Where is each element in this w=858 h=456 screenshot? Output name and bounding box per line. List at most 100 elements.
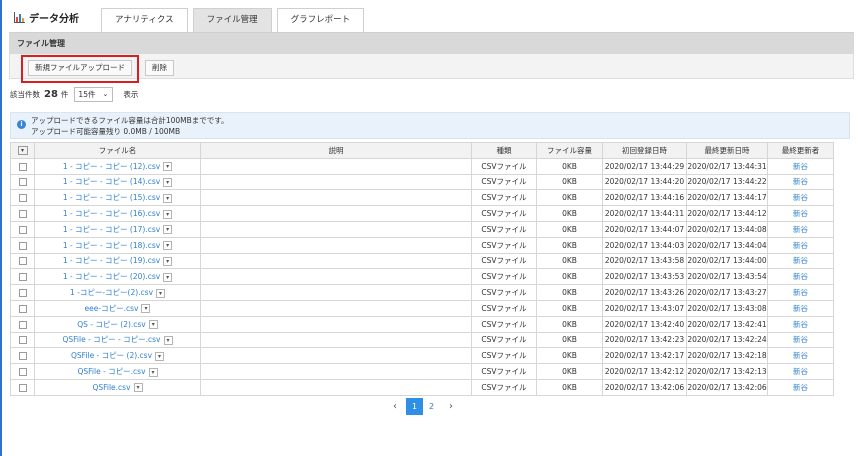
filename-link[interactable]: 1 - コピー - コピー (15).csv bbox=[63, 193, 160, 202]
filename-cell[interactable]: 1 - コピー - コピー (19).csv ▾ bbox=[34, 252, 201, 270]
filename-cell[interactable]: QS - コピー (2).csv ▾ bbox=[34, 315, 201, 333]
row-checkbox-cell[interactable] bbox=[10, 189, 35, 207]
row-checkbox-cell[interactable] bbox=[10, 220, 35, 238]
updater-cell[interactable]: 新谷 bbox=[767, 220, 834, 238]
chevron-down-icon[interactable]: ▾ bbox=[163, 256, 173, 266]
row-checkbox-cell[interactable] bbox=[10, 378, 35, 396]
row-checkbox-cell[interactable] bbox=[10, 284, 35, 301]
row-checkbox[interactable] bbox=[18, 368, 27, 377]
chevron-down-icon[interactable]: ▾ bbox=[155, 351, 165, 361]
filename-link[interactable]: 1 - コピー - コピー (17).csv bbox=[63, 225, 160, 234]
updater-cell[interactable]: 新谷 bbox=[767, 363, 834, 380]
table-row[interactable]: 1 - コピー - コピー (19).csv ▾ CSVファイル 0KB 2020/02… bbox=[10, 252, 834, 270]
table-row[interactable]: 1 - コピー - コピー (16).csv ▾ CSVファイル 0KB 2020/02… bbox=[10, 205, 834, 222]
row-checkbox-cell[interactable] bbox=[10, 173, 35, 191]
updater-cell[interactable]: 新谷 bbox=[767, 284, 834, 301]
updater-cell[interactable]: 新谷 bbox=[767, 315, 834, 333]
col-header-type[interactable]: 種類 bbox=[471, 142, 537, 159]
table-row[interactable]: 1 - コピー - コピー (18).csv ▾ CSVファイル 0KB 2020/02… bbox=[10, 236, 834, 254]
updater-cell[interactable]: 新谷 bbox=[767, 205, 834, 222]
filename-link[interactable]: eee-コピー.csv bbox=[85, 304, 139, 313]
table-row[interactable]: eee-コピー.csv ▾ CSVファイル 0KB 2020/02/17 13:43:0… bbox=[10, 299, 834, 317]
row-checkbox[interactable] bbox=[18, 273, 27, 282]
updater-cell[interactable]: 新谷 bbox=[767, 347, 834, 365]
filename-link[interactable]: 1 - コピー - コピー (18).csv bbox=[63, 241, 160, 250]
chevron-down-icon[interactable]: ▾ bbox=[148, 320, 158, 330]
table-row[interactable]: 1 -コピー-コピー(2).csv ▾ CSVファイル 0KB 2020/02/17 1… bbox=[10, 284, 834, 301]
select-all-dropdown-icon[interactable]: ▾ bbox=[17, 146, 28, 156]
filename-cell[interactable]: 1 -コピー-コピー(2).csv ▾ bbox=[34, 284, 201, 301]
page-1-button[interactable]: 1 bbox=[406, 398, 423, 415]
updater-cell[interactable]: 新谷 bbox=[767, 252, 834, 270]
row-checkbox[interactable] bbox=[18, 210, 27, 219]
row-checkbox[interactable] bbox=[18, 162, 27, 171]
next-page-button[interactable]: › bbox=[440, 398, 462, 415]
filename-link[interactable]: 1 - コピー - コピー (12).csv bbox=[63, 162, 160, 171]
per-page-select[interactable]: 15件 ⌄ bbox=[74, 86, 114, 102]
updater-cell[interactable]: 新谷 bbox=[767, 268, 834, 286]
col-header-size[interactable]: ファイル容量 bbox=[536, 142, 603, 159]
chevron-down-icon[interactable]: ▾ bbox=[163, 241, 173, 251]
chevron-down-icon[interactable]: ▾ bbox=[133, 383, 143, 393]
tab-file-management[interactable]: ファイル管理 bbox=[192, 8, 272, 32]
row-checkbox-cell[interactable] bbox=[10, 236, 35, 254]
filename-link[interactable]: QSFile - コピー.csv bbox=[77, 367, 145, 376]
updater-cell[interactable]: 新谷 bbox=[767, 173, 834, 191]
updater-cell[interactable]: 新谷 bbox=[767, 331, 834, 349]
table-row[interactable]: QSFile - コピー (2).csv ▾ CSVファイル 0KB 2020/02/1… bbox=[10, 347, 834, 365]
filename-link[interactable]: QSFile - コピー (2).csv bbox=[71, 351, 152, 360]
filename-cell[interactable]: 1 - コピー - コピー (16).csv ▾ bbox=[34, 205, 201, 222]
row-checkbox[interactable] bbox=[18, 241, 27, 250]
chevron-down-icon[interactable]: ▾ bbox=[163, 162, 173, 172]
row-checkbox[interactable] bbox=[18, 336, 27, 345]
filename-cell[interactable]: 1 - コピー - コピー (12).csv ▾ bbox=[34, 157, 201, 175]
row-checkbox[interactable] bbox=[18, 178, 27, 187]
filename-cell[interactable]: eee-コピー.csv ▾ bbox=[34, 299, 201, 317]
updater-cell[interactable]: 新谷 bbox=[767, 157, 834, 175]
table-row[interactable]: QSFile - コピー.csv ▾ CSVファイル 0KB 2020/02/17 13… bbox=[10, 363, 834, 380]
chevron-down-icon[interactable]: ▾ bbox=[156, 288, 166, 298]
table-row[interactable]: QSFile - コピー - コピー.csv ▾ CSVファイル 0KB 2020/02… bbox=[10, 331, 834, 349]
filename-cell[interactable]: 1 - コピー - コピー (18).csv ▾ bbox=[34, 236, 201, 254]
row-checkbox[interactable] bbox=[18, 225, 27, 234]
filename-link[interactable]: 1 -コピー-コピー(2).csv bbox=[70, 288, 153, 297]
tab-graph-report[interactable]: グラフレポート bbox=[276, 8, 365, 32]
filename-cell[interactable]: 1 - コピー - コピー (20).csv ▾ bbox=[34, 268, 201, 286]
table-row[interactable]: 1 - コピー - コピー (20).csv ▾ CSVファイル 0KB 2020/02… bbox=[10, 268, 834, 286]
filename-link[interactable]: 1 - コピー - コピー (19).csv bbox=[63, 256, 160, 265]
chevron-down-icon[interactable]: ▾ bbox=[163, 209, 173, 219]
tab-analytics[interactable]: アナリティクス bbox=[101, 8, 188, 32]
chevron-down-icon[interactable]: ▾ bbox=[148, 367, 158, 377]
row-checkbox[interactable] bbox=[18, 194, 27, 203]
col-header-description[interactable]: 説明 bbox=[200, 142, 472, 159]
prev-page-button[interactable]: ‹ bbox=[384, 398, 406, 415]
row-checkbox-cell[interactable] bbox=[10, 268, 35, 286]
filename-link[interactable]: 1 - コピー - コピー (16).csv bbox=[63, 209, 160, 218]
filename-link[interactable]: QS - コピー (2).csv bbox=[77, 320, 146, 329]
updater-cell[interactable]: 新谷 bbox=[767, 378, 834, 396]
row-checkbox-cell[interactable] bbox=[10, 363, 35, 380]
filename-link[interactable]: QSFile.csv bbox=[92, 383, 130, 392]
filename-cell[interactable]: QSFile.csv ▾ bbox=[34, 378, 201, 396]
filename-link[interactable]: 1 - コピー - コピー (20).csv bbox=[63, 272, 160, 281]
table-row[interactable]: 1 - コピー - コピー (12).csv ▾ CSVファイル 0KB 2020/02… bbox=[10, 157, 834, 175]
row-checkbox[interactable] bbox=[18, 383, 27, 392]
filename-cell[interactable]: 1 - コピー - コピー (14).csv ▾ bbox=[34, 173, 201, 191]
select-all-header[interactable]: ▾ bbox=[10, 142, 35, 159]
table-row[interactable]: QS - コピー (2).csv ▾ CSVファイル 0KB 2020/02/17 13… bbox=[10, 315, 834, 333]
row-checkbox-cell[interactable] bbox=[10, 205, 35, 222]
row-checkbox-cell[interactable] bbox=[10, 299, 35, 317]
updater-cell[interactable]: 新谷 bbox=[767, 299, 834, 317]
chevron-down-icon[interactable]: ▾ bbox=[163, 335, 173, 345]
chevron-down-icon[interactable]: ▾ bbox=[141, 304, 151, 314]
page-2-button[interactable]: 2 bbox=[423, 398, 440, 415]
col-header-updated[interactable]: 最終更新日時 bbox=[686, 142, 768, 159]
updater-cell[interactable]: 新谷 bbox=[767, 189, 834, 207]
filename-cell[interactable]: 1 - コピー - コピー (15).csv ▾ bbox=[34, 189, 201, 207]
table-row[interactable]: QSFile.csv ▾ CSVファイル 0KB 2020/02/17 13:42:06… bbox=[10, 378, 834, 396]
filename-link[interactable]: 1 - コピー - コピー (14).csv bbox=[63, 177, 160, 186]
delete-button[interactable]: 削除 bbox=[145, 60, 174, 76]
row-checkbox-cell[interactable] bbox=[10, 331, 35, 349]
row-checkbox[interactable] bbox=[18, 257, 27, 266]
col-header-updater[interactable]: 最終更新者 bbox=[767, 142, 834, 159]
